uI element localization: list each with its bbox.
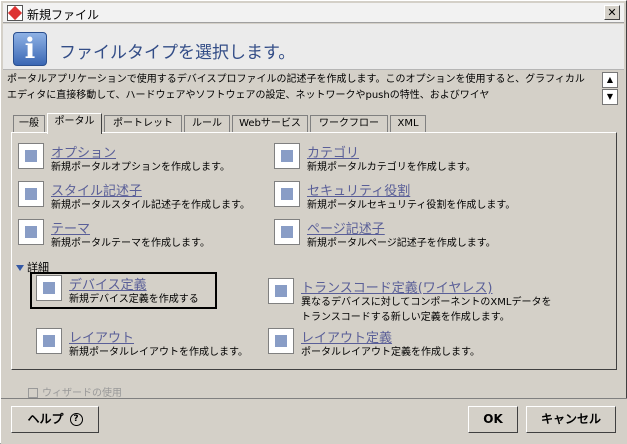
help-icon: ?: [69, 413, 83, 426]
checkbox-icon: [28, 388, 38, 398]
window-title: 新規ファイル: [27, 8, 100, 22]
layout-icon: [36, 328, 62, 354]
theme-icon: [18, 219, 44, 245]
tab-general[interactable]: 一般: [13, 115, 45, 133]
help-button[interactable]: ヘルプ?: [11, 406, 99, 433]
info-icon: i: [13, 32, 47, 66]
option-icon: [18, 143, 44, 169]
portal-tab-panel: オプション 新規ポータルオプションを作成します。 カテゴリ 新規ポータルカテゴリ…: [11, 132, 617, 370]
chevron-down-icon: [16, 265, 24, 271]
transcode-definition-icon: [268, 278, 294, 304]
tab-portal[interactable]: ポータル: [47, 113, 102, 134]
header-title: ファイルタイプを選択します。: [59, 43, 296, 63]
tab-bar: 一般 ポータル ポートレット ルール Webサービス ワークフロー XML: [13, 113, 613, 134]
description-scrollbar[interactable]: ▲ ▼: [602, 72, 618, 105]
scroll-up-icon[interactable]: ▲: [602, 72, 618, 88]
header: i ファイルタイプを選択します。: [3, 24, 624, 70]
security-role-icon: [274, 181, 300, 207]
close-button[interactable]: ✕: [604, 5, 620, 20]
tab-portlet[interactable]: ポートレット: [104, 115, 182, 133]
device-definition-icon: [36, 275, 62, 301]
title-bar: 新規ファイル ✕: [3, 3, 624, 23]
layout-definition-icon: [268, 328, 294, 354]
ok-button[interactable]: OK: [468, 406, 518, 433]
use-wizard-checkbox[interactable]: ウィザードの使用: [28, 384, 122, 399]
tab-web-services[interactable]: Webサービス: [232, 115, 308, 133]
tab-workflow[interactable]: ワークフロー: [310, 115, 388, 133]
button-bar: ヘルプ? OK キャンセル: [1, 398, 627, 444]
page-descriptor-icon: [274, 219, 300, 245]
description-text: ポータルアプリケーションで使用するデバイスプロファイルの記述子を作成します。この…: [7, 74, 585, 101]
app-icon: [7, 5, 23, 21]
cancel-button[interactable]: キャンセル: [526, 406, 616, 433]
style-descriptor-icon: [18, 181, 44, 207]
new-file-dialog: 新規ファイル ✕ i ファイルタイプを選択します。 ポータルアプリケーションで使…: [0, 0, 627, 444]
tab-xml[interactable]: XML: [390, 115, 426, 133]
category-icon: [274, 143, 300, 169]
tab-rules[interactable]: ルール: [184, 115, 230, 133]
scroll-down-icon[interactable]: ▼: [602, 89, 618, 105]
